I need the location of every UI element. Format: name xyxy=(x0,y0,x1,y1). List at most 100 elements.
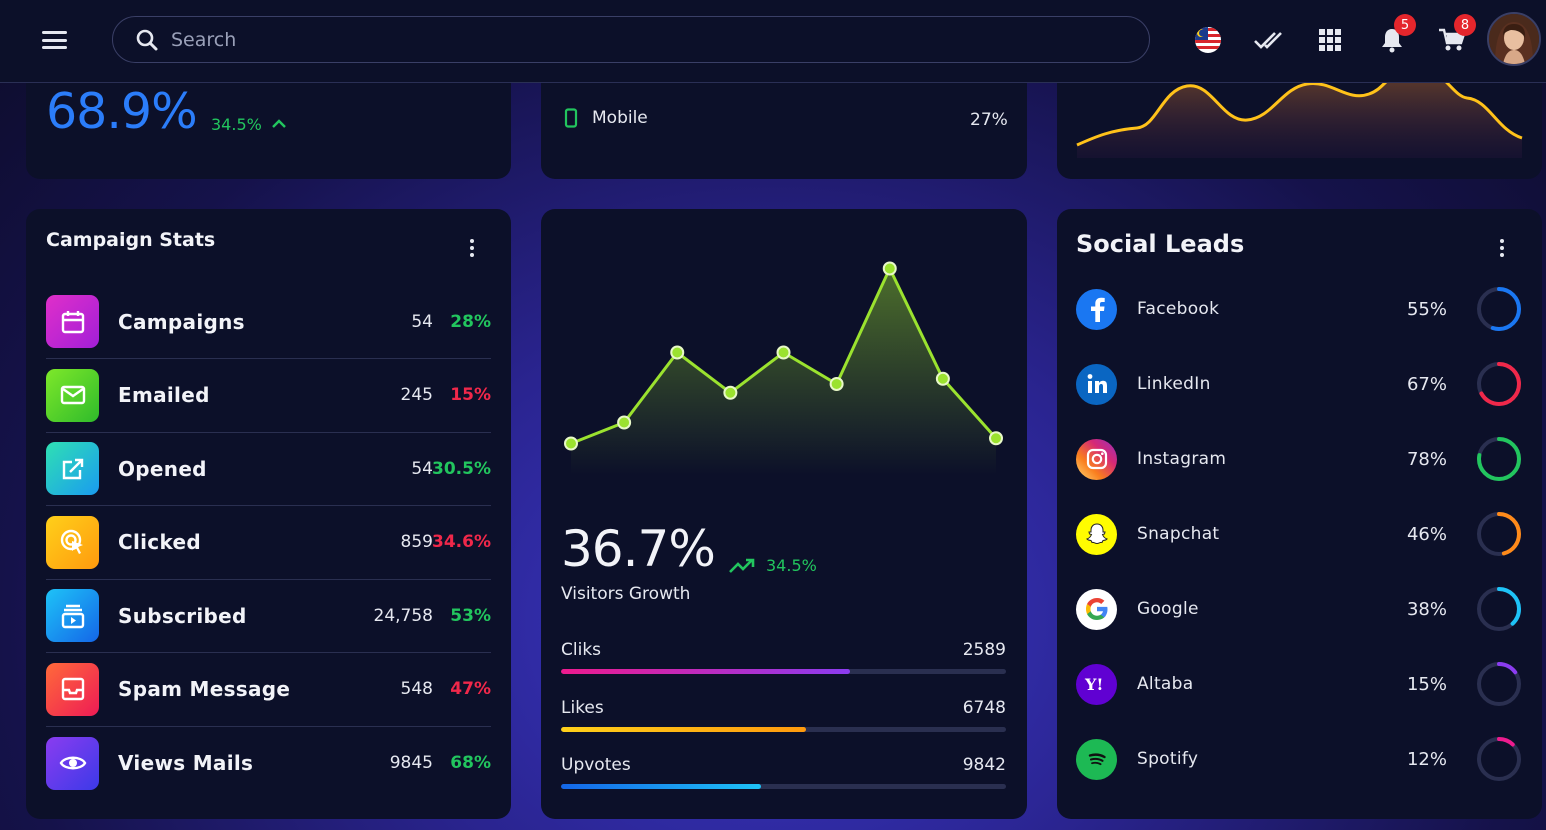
spotify-icon xyxy=(1076,738,1117,780)
campaign-row-label: Opened xyxy=(118,456,207,481)
campaign-row-icon-box xyxy=(46,368,99,422)
social-pct: 15% xyxy=(1406,673,1447,695)
chart-point-1[interactable] xyxy=(617,415,632,430)
language-flag-icon[interactable] xyxy=(1190,22,1226,58)
campaign-row-subscribed[interactable]: Subscribed 24,758 53% xyxy=(46,579,491,653)
menu-toggle-icon[interactable] xyxy=(42,31,67,49)
campaign-row-emailed[interactable]: Emailed 245 15% xyxy=(46,359,491,433)
campaign-row-count: 24,758 xyxy=(373,605,433,626)
progress-row-likes: Likes 6748 xyxy=(561,697,1006,732)
campaign-row-icon-box xyxy=(46,736,99,790)
chart-point-6[interactable] xyxy=(882,261,897,276)
user-avatar[interactable] xyxy=(1487,12,1541,66)
campaign-row-pct: 30.5% xyxy=(432,458,491,479)
campaign-row-count: 54 xyxy=(411,311,433,332)
calendar-icon xyxy=(60,309,86,335)
subscription-icon xyxy=(60,603,86,629)
social-progress-ring xyxy=(1477,437,1521,481)
progress-label: Cliks xyxy=(561,640,602,660)
chart-point-0[interactable] xyxy=(564,436,578,451)
snapchat-icon xyxy=(1076,513,1117,555)
progress-row-upvotes: Upvotes 9842 xyxy=(561,755,1006,789)
progress-track xyxy=(561,669,1006,674)
notifications-badge: 5 xyxy=(1394,14,1416,36)
social-progress-ring xyxy=(1477,362,1521,406)
campaign-row-icon-box xyxy=(46,589,99,642)
campaign-row-count: 9845 xyxy=(389,753,433,773)
visitors-trend: 34.5% xyxy=(728,556,817,575)
chart-point-8[interactable] xyxy=(989,431,1003,446)
conversion-change: 34.5% xyxy=(211,115,287,134)
chart-point-5[interactable] xyxy=(829,377,844,391)
progress-value: 6748 xyxy=(962,697,1006,718)
campaign-row-views-mails[interactable]: Views Mails 9845 68% xyxy=(46,726,491,800)
eye-icon xyxy=(59,753,87,773)
social-progress-ring xyxy=(1477,737,1521,781)
progress-track xyxy=(561,784,1006,789)
search-bar xyxy=(112,16,1150,63)
campaign-row-pct: 47% xyxy=(450,679,491,699)
social-menu-icon[interactable] xyxy=(1500,239,1506,260)
notifications-bell-icon[interactable]: 5 xyxy=(1374,14,1416,58)
apps-grid-icon[interactable] xyxy=(1312,22,1348,58)
chart-point-3[interactable] xyxy=(723,385,738,400)
cart-icon[interactable]: 8 xyxy=(1434,14,1476,58)
search-icon[interactable] xyxy=(135,28,159,52)
mobile-icon xyxy=(564,108,578,128)
conversion-value: 68.9% xyxy=(46,83,198,140)
inbox-icon xyxy=(60,676,86,702)
social-name: Instagram xyxy=(1137,449,1227,469)
chart-point-2[interactable] xyxy=(670,345,685,360)
cursor-click-icon xyxy=(59,528,87,556)
social-row-google[interactable]: Google 38% xyxy=(1076,584,1522,634)
social-pct: 46% xyxy=(1406,523,1447,545)
campaign-row-count: 859 xyxy=(400,532,433,552)
social-row-instagram[interactable]: Instagram 78% xyxy=(1076,434,1522,484)
campaign-row-clicked[interactable]: Clicked 859 34.6% xyxy=(46,506,491,580)
chart-point-4[interactable] xyxy=(776,345,791,360)
social-row-facebook[interactable]: Facebook 55% xyxy=(1076,284,1522,334)
social-pct: 67% xyxy=(1406,373,1447,395)
social-progress-ring xyxy=(1477,512,1521,556)
social-row-spotify[interactable]: Spotify 12% xyxy=(1076,734,1522,784)
double-check-icon[interactable] xyxy=(1251,22,1287,58)
campaign-row-campaigns[interactable]: Campaigns 54 28% xyxy=(46,285,491,359)
campaign-row-pct: 34.6% xyxy=(432,532,491,552)
social-pct: 78% xyxy=(1406,448,1447,470)
progress-row-cliks: Cliks 2589 xyxy=(561,640,1006,674)
campaign-row-label: Emailed xyxy=(118,383,210,407)
progress-fill xyxy=(561,726,806,732)
cart-badge: 8 xyxy=(1454,14,1476,36)
campaign-menu-icon[interactable] xyxy=(470,239,476,260)
campaign-row-icon-box xyxy=(46,295,99,348)
facebook-icon xyxy=(1076,288,1117,330)
social-row-linkedin[interactable]: LinkedIn 67% xyxy=(1076,359,1522,409)
social-row-altaba[interactable]: Y! Altaba 15% xyxy=(1076,659,1522,709)
progress-label: Likes xyxy=(561,697,604,718)
chevron-up-icon xyxy=(272,119,286,128)
chart-point-7[interactable] xyxy=(935,371,950,386)
campaign-row-opened[interactable]: Opened 54 30.5% xyxy=(46,432,491,506)
social-row-snapchat[interactable]: Snapchat 46% xyxy=(1076,509,1522,559)
campaign-row-label: Campaigns xyxy=(118,309,245,334)
campaign-row-icon-box xyxy=(46,442,99,495)
social-name: LinkedIn xyxy=(1137,374,1211,394)
visitors-area-chart xyxy=(564,261,1003,475)
campaign-row-spam-message[interactable]: Spam Message 548 47% xyxy=(46,653,491,727)
social-pct: 12% xyxy=(1406,748,1447,770)
search-input[interactable] xyxy=(171,28,1071,51)
social-progress-ring xyxy=(1477,587,1521,631)
social-name: Altaba xyxy=(1137,674,1194,694)
progress-track xyxy=(561,726,1006,732)
instagram-icon xyxy=(1076,438,1117,480)
social-name: Spotify xyxy=(1137,749,1199,769)
mobile-label: Mobile xyxy=(592,108,648,128)
social-pct: 55% xyxy=(1406,298,1447,320)
progress-fill xyxy=(561,669,851,674)
campaign-stats-title: Campaign Stats xyxy=(46,229,216,251)
progress-label: Upvotes xyxy=(561,755,631,775)
social-name: Google xyxy=(1137,599,1199,619)
progress-fill xyxy=(561,784,762,789)
campaign-row-label: Subscribed xyxy=(118,603,247,628)
social-name: Snapchat xyxy=(1137,524,1220,544)
